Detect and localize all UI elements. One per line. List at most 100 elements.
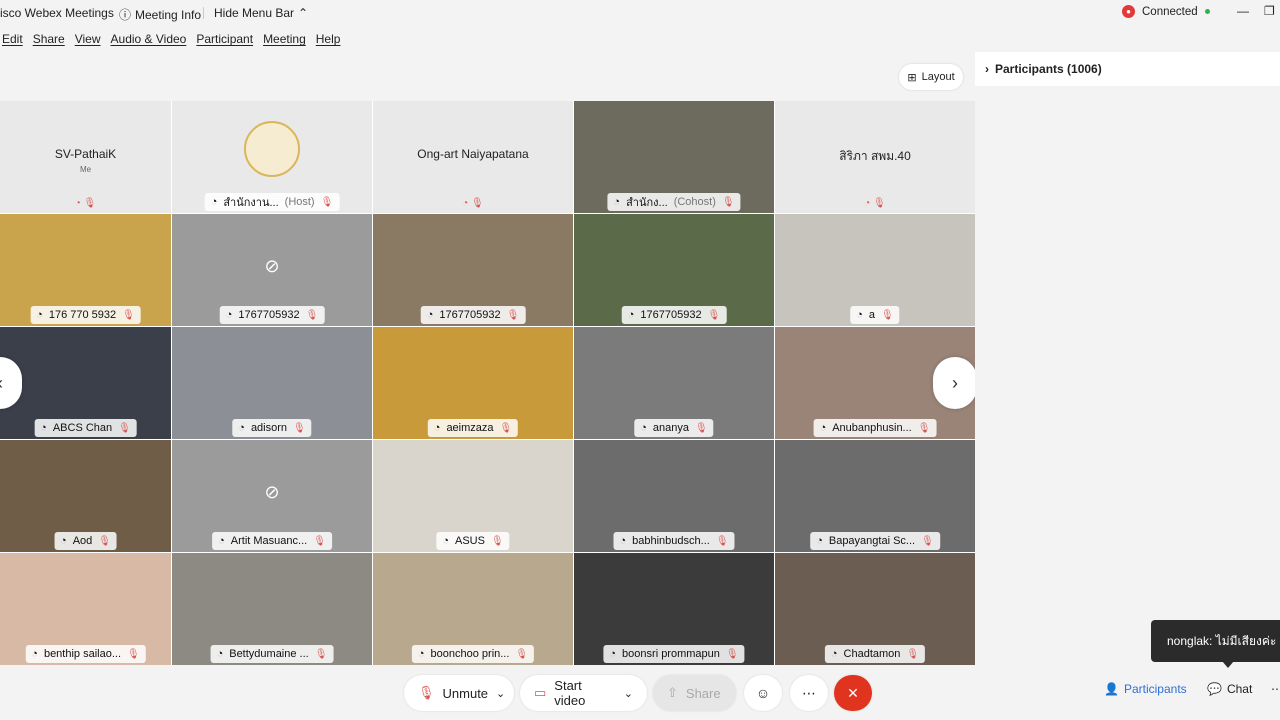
participant-tile[interactable]: ◔ ABCS Chan 🎙 [0, 327, 171, 439]
menu-edit[interactable]: Edit [2, 32, 23, 46]
participant-name: Aod [72, 535, 93, 547]
next-page-arrow-icon[interactable]: › [933, 357, 977, 409]
participants-tab[interactable]: 👤 Participants [1104, 682, 1187, 696]
participant-name-bar: ◔ Anubanphusin... 🎙 [813, 419, 937, 437]
chevron-down-icon[interactable]: ⌄ [496, 687, 505, 700]
audio-icon: ◔ [830, 648, 838, 660]
participant-tile[interactable]: ◔ babhinbudsch... 🎙 [574, 440, 774, 552]
participant-tile[interactable]: ◔ Bapayangtai Sc... 🎙 [775, 440, 975, 552]
share-button[interactable]: ⇧ Share [653, 675, 736, 711]
participant-center-name: Ong-art Naiyapatana [417, 147, 529, 161]
participant-tile[interactable]: ◔ 176 770 5932 🎙 [0, 214, 171, 326]
share-screen-icon: ⇧ [667, 685, 678, 700]
reactions-button[interactable]: ☺ [744, 675, 782, 711]
microphone-muted-icon: 🎙 [715, 535, 729, 547]
menu-audio-video[interactable]: Audio & Video [111, 32, 187, 46]
connection-status-label: Connected [1142, 5, 1198, 18]
participant-tile[interactable]: ◔ 1767705932 🎙 [373, 214, 573, 326]
menu-participant[interactable]: Participant [196, 32, 253, 46]
participants-tab-label: Participants [1123, 682, 1187, 696]
microphone-muted-icon: 🎙 [506, 309, 520, 321]
participant-name: Bettydumaine ... [229, 648, 309, 660]
participant-name-bar: ◔ a 🎙 [850, 306, 900, 324]
participant-tile[interactable]: สิริภา สพม.40 ◔ 🎙 [775, 101, 975, 213]
participant-tile[interactable]: ◔ Chadtamon 🎙 [775, 553, 975, 665]
participant-name: สำนักงาน... [223, 197, 279, 209]
start-video-label: Start video [554, 678, 586, 708]
microphone-muted-icon: 🎙 [122, 309, 135, 321]
hide-menu-bar-label: Hide Menu Bar [214, 6, 295, 20]
microphone-muted-icon: 🎙 [127, 648, 140, 660]
restore-icon[interactable]: ❐ [1264, 4, 1275, 18]
participant-name: benthip sailao... [43, 648, 122, 660]
participant-name: Anubanphusin... [832, 422, 912, 434]
more-tabs-icon[interactable]: ⋯ [1271, 682, 1280, 696]
participant-tile[interactable]: ◔ ASUS 🎙 [373, 440, 573, 552]
participant-tile[interactable]: ⊘ ◔ 1767705932 🎙 [172, 214, 372, 326]
minimize-icon[interactable]: — [1237, 4, 1249, 18]
chat-tab-label: Chat [1226, 682, 1253, 696]
menu-meeting[interactable]: Meeting [263, 32, 306, 46]
more-options-button[interactable]: ⋯ [790, 675, 828, 711]
participant-tile[interactable]: ◔ aeimzaza 🎙 [373, 327, 573, 439]
participant-tile[interactable]: ◔ boonchoo prin... 🎙 [373, 553, 573, 665]
participant-tile[interactable]: ◔ Aod 🎙 [0, 440, 171, 552]
participant-name: ASUS [454, 535, 485, 547]
participant-name: boonsri prommapun [622, 648, 720, 660]
start-video-button[interactable]: ▭ Start video ⌄ [520, 675, 647, 711]
microphone-muted-icon: 🎙 [917, 422, 931, 434]
participant-name: ananya [652, 422, 690, 434]
participant-tile[interactable]: ◔ adisorn 🎙 [172, 327, 372, 439]
participant-name-bar: ◔ ASUS 🎙 [436, 532, 510, 550]
participant-status-icons: ◔ 🎙 [864, 198, 886, 209]
unmute-button[interactable]: 🎙 Unmute ⌄ [404, 675, 514, 711]
info-icon: ⓘ [119, 8, 132, 22]
status-dot-icon [1204, 9, 1210, 14]
recording-icon: ● [1122, 5, 1135, 18]
participant-tile[interactable]: ◔ Bettydumaine ... 🎙 [172, 553, 372, 665]
microphone-muted-icon: 🎙 [98, 535, 111, 547]
audio-icon: ◔ [613, 196, 621, 208]
microphone-muted-icon: 🎙 [293, 422, 306, 434]
participant-name: Chadtamon [843, 648, 901, 660]
tooltip-tail [1222, 661, 1234, 668]
participant-tile[interactable]: ◔ benthip sailao... 🎙 [0, 553, 171, 665]
person-icon: 👤 [1104, 682, 1119, 696]
participant-tile[interactable]: ◔ 1767705932 🎙 [574, 214, 774, 326]
menu-help[interactable]: Help [316, 32, 341, 46]
participant-name-bar: ◔ สำนักง... (Cohost) 🎙 [607, 193, 741, 211]
participant-tile[interactable]: Ong-art Naiyapatana ◔ 🎙 [373, 101, 573, 213]
participant-name: ABCS Chan [52, 422, 113, 434]
audio-icon: ◔ [210, 196, 218, 208]
participant-name-bar: ◔ Aod 🎙 [54, 532, 117, 550]
participant-tile[interactable]: ◔ สำนักงาน... (Host) 🎙 [172, 101, 372, 213]
chat-tab[interactable]: 💬 Chat [1207, 682, 1252, 696]
meeting-info-button[interactable]: ⓘ Meeting Info [119, 6, 201, 23]
audio-icon: ◔ [417, 648, 425, 660]
participant-name: boonchoo prin... [430, 648, 510, 660]
participant-tile[interactable]: ◔ ananya 🎙 [574, 327, 774, 439]
participant-tile[interactable]: ◔ a 🎙 [775, 214, 975, 326]
menu-share[interactable]: Share [33, 32, 65, 46]
participant-tile[interactable]: SV-PathaiK Me ◔ 🎙 [0, 101, 171, 213]
microphone-muted-icon: 🎙 [313, 535, 326, 547]
participant-tile[interactable]: ◔ สำนักง... (Cohost) 🎙 [574, 101, 774, 213]
audio-icon: ◔ [856, 309, 863, 321]
participant-role: (Cohost) [673, 196, 716, 208]
more-icon: ⋯ [802, 684, 816, 701]
audio-icon: ◔ [36, 309, 43, 321]
layout-button[interactable]: ⊞ Layout [899, 64, 963, 90]
participants-panel-header[interactable]: › Participants (1006) [975, 52, 1280, 86]
chevron-down-icon[interactable]: ⌄ [624, 687, 633, 700]
participant-tile[interactable]: ⊘ ◔ Artit Masuanc... 🎙 [172, 440, 372, 552]
participant-name: 1767705932 [439, 309, 501, 321]
meeting-info-label: Meeting Info [135, 7, 202, 22]
participant-tile[interactable]: ◔ boonsri prommapun 🎙 [574, 553, 774, 665]
grid-icon: ⊞ [907, 71, 917, 84]
audio-icon: ◔ [216, 648, 224, 660]
audio-icon: ◔ [60, 535, 67, 547]
participant-name-bar: ◔ Bapayangtai Sc... 🎙 [810, 532, 940, 550]
menu-view[interactable]: View [75, 32, 101, 46]
hide-menu-bar-button[interactable]: Hide Menu Bar ⌃ [214, 6, 308, 20]
leave-meeting-button[interactable]: ✕ [834, 675, 872, 711]
